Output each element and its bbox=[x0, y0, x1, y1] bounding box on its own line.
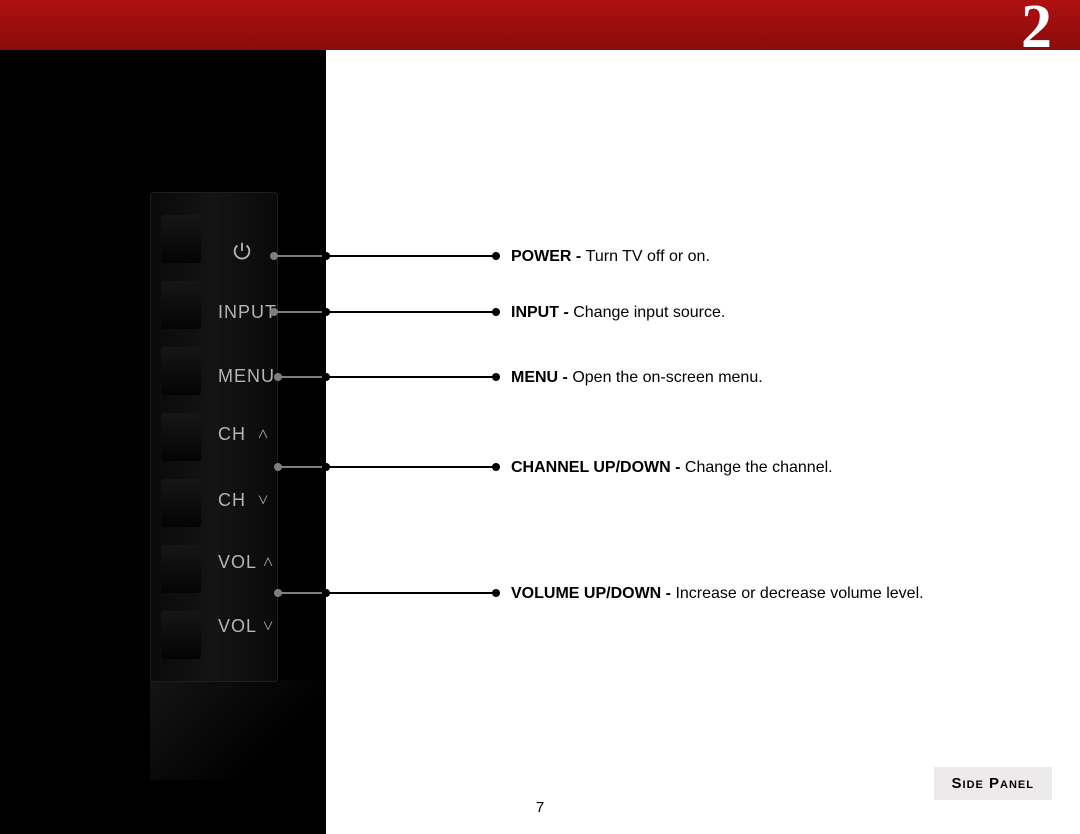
volume-down-button[interactable] bbox=[161, 611, 201, 659]
channel-up-button[interactable] bbox=[161, 413, 201, 461]
caret-down-icon: ˅ bbox=[258, 490, 268, 511]
desc-bold: CHANNEL UP/DOWN - bbox=[511, 459, 685, 476]
callout-line bbox=[326, 376, 496, 378]
callout-line bbox=[326, 255, 496, 257]
input-label: INPUT bbox=[218, 302, 277, 323]
menu-button[interactable] bbox=[161, 347, 201, 395]
input-button[interactable] bbox=[161, 281, 201, 329]
vol-down-label: VOL ˅ bbox=[218, 616, 273, 637]
caret-down-icon: ˅ bbox=[263, 616, 273, 637]
header-band bbox=[0, 0, 1080, 50]
input-desc: INPUT - Change input source. bbox=[511, 304, 725, 322]
callout-line bbox=[326, 311, 496, 313]
caret-up-icon: ˄ bbox=[263, 552, 273, 573]
desc-text: Increase or decrease volume level. bbox=[675, 585, 923, 602]
channel-down-button[interactable] bbox=[161, 479, 201, 527]
ch-text: CH bbox=[218, 424, 246, 444]
volume-up-button[interactable] bbox=[161, 545, 201, 593]
desc-text: Turn TV off or on. bbox=[586, 248, 710, 265]
page-number: 7 bbox=[0, 799, 1080, 816]
ch-text: CH bbox=[218, 490, 246, 510]
chapter-number: 2 bbox=[1021, 0, 1052, 63]
desc-bold: POWER - bbox=[511, 248, 586, 265]
channel-desc: CHANNEL UP/DOWN - Change the channel. bbox=[511, 459, 833, 477]
desc-bold: VOLUME UP/DOWN - bbox=[511, 585, 675, 602]
vol-text: VOL bbox=[218, 616, 257, 636]
vol-text: VOL bbox=[218, 552, 257, 572]
callout-line bbox=[274, 255, 326, 257]
menu-desc: MENU - Open the on-screen menu. bbox=[511, 369, 763, 387]
footer-tag: Side Panel bbox=[934, 767, 1052, 800]
desc-text: Open the on-screen menu. bbox=[572, 369, 762, 386]
desc-text: Change input source. bbox=[573, 304, 725, 321]
callout-line bbox=[278, 466, 326, 468]
vol-up-label: VOL ˄ bbox=[218, 552, 273, 573]
power-desc: POWER - Turn TV off or on. bbox=[511, 248, 710, 266]
menu-label: MENU bbox=[218, 366, 275, 387]
desc-bold: INPUT - bbox=[511, 304, 573, 321]
ch-down-label: CH ˅ bbox=[218, 490, 268, 511]
power-button[interactable] bbox=[161, 215, 201, 263]
power-icon bbox=[231, 240, 253, 262]
callout-line bbox=[278, 376, 326, 378]
callout-line bbox=[278, 592, 326, 594]
desc-text: Change the channel. bbox=[685, 459, 833, 476]
volume-desc: VOLUME UP/DOWN - Increase or decrease vo… bbox=[511, 585, 924, 603]
caret-up-icon: ˄ bbox=[258, 424, 268, 445]
ch-up-label: CH ˄ bbox=[218, 424, 268, 445]
callout-line bbox=[326, 466, 496, 468]
desc-bold: MENU - bbox=[511, 369, 572, 386]
panel-shadow bbox=[150, 680, 326, 780]
callout-line bbox=[274, 311, 326, 313]
callout-line bbox=[326, 592, 496, 594]
